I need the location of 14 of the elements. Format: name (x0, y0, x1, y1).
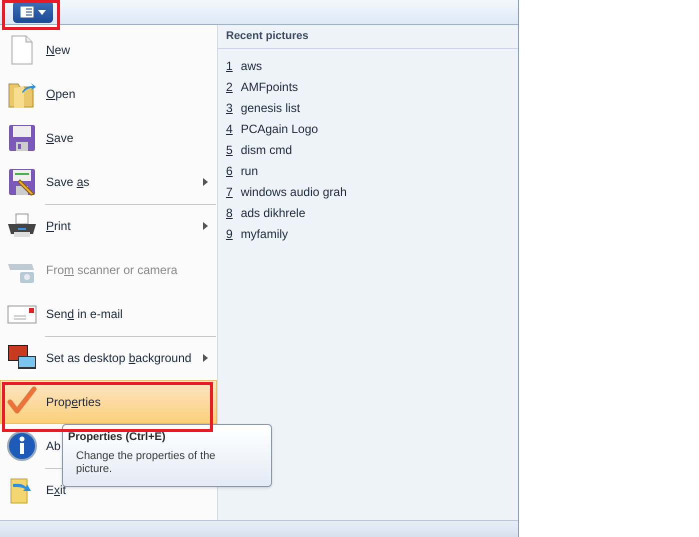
menu-item-label: Exit (46, 482, 66, 499)
menu-item-label: Ab (46, 438, 61, 455)
menu-item-label: New (46, 42, 70, 59)
menu-item-label: Print (46, 218, 71, 235)
menu-item-label: Properties (46, 394, 101, 411)
menu-item-label: Send in e-mail (46, 306, 123, 323)
menu-item-label: Save (46, 130, 74, 147)
menu-item-label: Set as desktop background (46, 350, 192, 367)
tooltip-title: Properties (Ctrl+E) (68, 430, 166, 445)
menu-item-label: From scanner or camera (46, 262, 178, 279)
recent-title: Recent pictures (218, 25, 518, 49)
tooltip-text: Change the properties of the picture. (75, 448, 216, 476)
menu-item-label: Open (46, 86, 76, 103)
menu-item-label: Save as (46, 174, 90, 191)
